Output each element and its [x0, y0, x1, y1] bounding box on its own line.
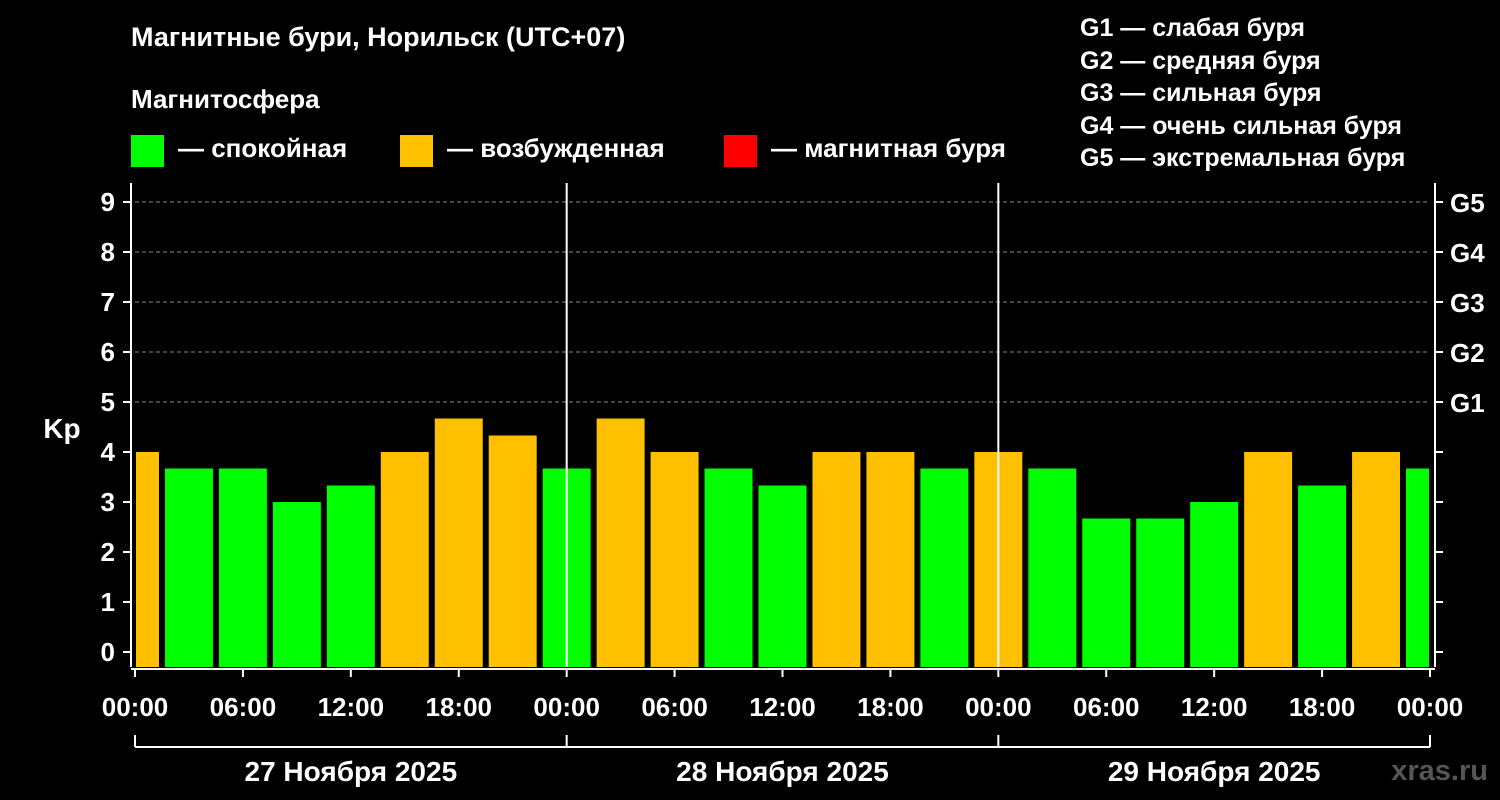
x-tick-label: 12:00 — [749, 692, 816, 722]
kp-bar — [1406, 468, 1429, 667]
y-tick-label: 4 — [101, 437, 116, 467]
kp-bar — [812, 452, 861, 667]
y-tick-label: 1 — [101, 587, 115, 617]
x-tick-label: 18:00 — [857, 692, 924, 722]
x-tick-label: 06:00 — [641, 692, 708, 722]
x-tick-label: 18:00 — [426, 692, 493, 722]
kp-bar — [1244, 452, 1293, 667]
day-label: 29 Ноября 2025 — [1108, 756, 1321, 787]
kp-bar — [1028, 468, 1077, 667]
g-tick-label: G4 — [1450, 238, 1485, 268]
kp-bar — [1352, 452, 1401, 667]
x-tick-label: 00:00 — [1397, 692, 1464, 722]
kp-bar — [758, 485, 807, 667]
kp-bar — [704, 468, 753, 667]
kp-bar — [866, 452, 915, 667]
y-tick-label: 0 — [101, 637, 115, 667]
kp-bar — [272, 502, 321, 667]
y-tick-label: 8 — [101, 237, 115, 267]
kp-bar-chart: 0 1 2 3 4 5 6 7 8 9 Kp G1 G2 G3 G4 G5 00:00 06:00 12:00 18:… — [43, 183, 1485, 787]
kp-bar — [1298, 485, 1347, 667]
kp-bar — [596, 418, 645, 667]
kp-bar — [164, 468, 213, 667]
y-tick-label: 7 — [101, 287, 115, 317]
kp-bar — [434, 418, 483, 667]
day-label: 28 Ноября 2025 — [676, 756, 889, 787]
kp-bar — [380, 452, 429, 667]
x-tick-label: 00:00 — [102, 692, 169, 722]
x-tick-label: 06:00 — [210, 692, 277, 722]
y-tick-label: 6 — [101, 337, 115, 367]
x-tick-label: 12:00 — [318, 692, 385, 722]
g-tick-label: G5 — [1450, 188, 1485, 218]
x-tick-label: 12:00 — [1181, 692, 1248, 722]
g-tick-label: G1 — [1450, 388, 1485, 418]
kp-bar — [1190, 502, 1239, 667]
x-tick-label: 00:00 — [965, 692, 1032, 722]
kp-bar — [136, 452, 159, 667]
kp-bar — [920, 468, 969, 667]
g-tick-label: G2 — [1450, 338, 1485, 368]
x-tick-label: 00:00 — [533, 692, 600, 722]
g-tick-label: G3 — [1450, 288, 1485, 318]
x-tick-label: 18:00 — [1289, 692, 1356, 722]
y-tick-label: 9 — [101, 187, 115, 217]
y-axis-label: Kp — [43, 413, 80, 444]
kp-bar — [650, 452, 699, 667]
kp-bar — [1136, 518, 1185, 667]
kp-bar — [218, 468, 267, 667]
y-tick-label: 3 — [101, 487, 115, 517]
kp-bar — [326, 485, 375, 667]
y-tick-label: 2 — [101, 537, 115, 567]
kp-bar — [488, 435, 537, 667]
day-label: 27 Ноября 2025 — [245, 756, 458, 787]
x-tick-label: 06:00 — [1073, 692, 1140, 722]
kp-bar — [1082, 518, 1131, 667]
y-tick-label: 5 — [101, 387, 115, 417]
watermark: xras.ru — [1391, 755, 1488, 787]
